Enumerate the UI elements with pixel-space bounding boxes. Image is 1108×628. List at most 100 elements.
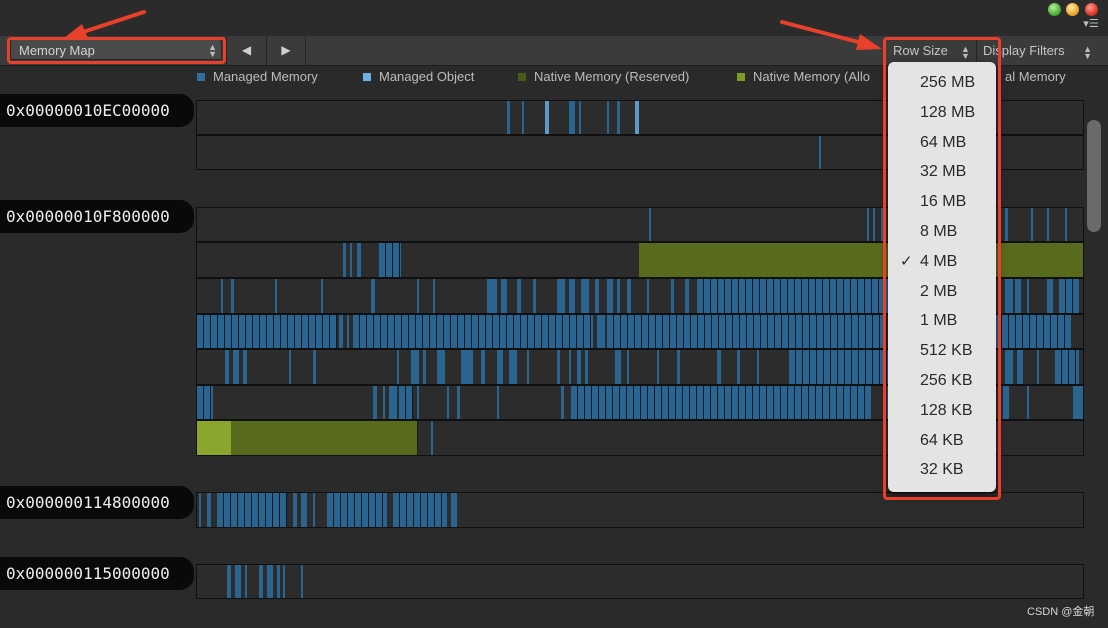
memory-block[interactable] [417,386,419,419]
memory-block[interactable] [231,279,234,313]
memory-block[interactable] [671,279,674,313]
memory-block[interactable] [1047,208,1049,241]
memory-block[interactable] [561,386,564,419]
memory-block[interactable] [697,279,897,313]
memory-block[interactable] [221,279,223,313]
memory-block[interactable] [501,279,507,313]
memory-block[interactable] [639,243,862,277]
memory-block[interactable] [343,243,346,277]
memory-block[interactable] [1003,386,1009,419]
memory-block[interactable] [447,386,449,419]
memory-block[interactable] [411,350,419,384]
memory-block[interactable] [507,101,510,134]
memory-block[interactable] [259,565,263,598]
vertical-scrollbar[interactable] [1085,90,1103,620]
memory-block[interactable] [569,101,575,134]
memory-block[interactable] [1031,208,1033,241]
memory-row[interactable] [196,564,1084,599]
memory-block[interactable] [517,279,521,313]
memory-block[interactable] [571,386,871,419]
memory-block[interactable] [393,493,447,527]
memory-block[interactable] [397,350,399,384]
memory-block[interactable] [1065,208,1067,241]
memory-block[interactable] [399,386,413,419]
memory-block[interactable] [867,208,869,241]
memory-block[interactable] [245,565,247,598]
memory-block[interactable] [461,350,473,384]
memory-block[interactable] [327,493,387,527]
memory-block[interactable] [227,565,231,598]
memory-block[interactable] [235,565,241,598]
memory-block[interactable] [615,350,621,384]
memory-block[interactable] [635,101,639,134]
memory-block[interactable] [1005,208,1008,241]
memory-block[interactable] [457,386,460,419]
memory-block[interactable] [451,493,457,527]
memory-block[interactable] [301,565,303,598]
memory-block[interactable] [1047,279,1053,313]
memory-block[interactable] [649,208,651,241]
memory-block[interactable] [607,279,613,313]
memory-block[interactable] [313,493,315,527]
memory-block[interactable] [301,493,307,527]
memory-block[interactable] [617,101,620,134]
memory-block[interactable] [423,350,426,384]
memory-block[interactable] [1017,350,1023,384]
memory-block[interactable] [233,350,239,384]
memory-block[interactable] [197,315,337,348]
memory-block[interactable] [757,350,759,384]
memory-block[interactable] [717,350,721,384]
memory-block[interactable] [433,279,435,313]
memory-block[interactable] [597,315,605,348]
memory-block[interactable] [357,243,361,277]
memory-block[interactable] [283,565,285,598]
memory-block[interactable] [371,279,375,313]
memory-block[interactable] [1005,279,1013,313]
memory-block[interactable] [313,350,316,384]
memory-block[interactable] [437,350,445,384]
memory-block[interactable] [497,386,499,419]
memory-block[interactable] [557,279,565,313]
memory-block[interactable] [383,386,385,419]
memory-block[interactable] [595,279,599,313]
memory-block[interactable] [522,101,524,134]
memory-block[interactable] [487,279,497,313]
memory-block[interactable] [509,350,517,384]
memory-block[interactable] [873,208,875,241]
memory-block[interactable] [1073,386,1083,419]
memory-block[interactable] [389,386,397,419]
memory-block[interactable] [217,493,287,527]
memory-block[interactable] [1059,279,1079,313]
memory-block[interactable] [685,279,689,313]
memory-block[interactable] [577,350,581,384]
memory-block[interactable] [231,421,418,455]
memory-block[interactable] [417,279,419,313]
memory-block[interactable] [607,315,887,348]
memory-block[interactable] [737,350,740,384]
memory-block[interactable] [267,565,273,598]
memory-block[interactable] [207,493,211,527]
memory-block[interactable] [677,350,680,384]
memory-block[interactable] [293,493,297,527]
memory-block[interactable] [579,101,581,134]
memory-block[interactable] [1055,350,1079,384]
memory-block[interactable] [569,350,571,384]
memory-block[interactable] [1027,386,1029,419]
memory-block[interactable] [339,315,343,348]
memory-block[interactable] [373,386,377,419]
memory-block[interactable] [545,101,549,134]
scrollbar-thumb[interactable] [1087,120,1101,232]
memory-block[interactable] [527,350,529,384]
memory-block[interactable] [1015,279,1021,313]
memory-block[interactable] [275,279,277,313]
memory-block[interactable] [627,279,631,313]
memory-block[interactable] [353,315,593,348]
memory-block[interactable] [431,421,433,455]
memory-block[interactable] [379,243,401,277]
memory-block[interactable] [350,243,352,277]
memory-block[interactable] [197,386,213,419]
memory-block[interactable] [225,350,229,384]
memory-block[interactable] [481,350,485,384]
memory-block[interactable] [657,350,659,384]
memory-block[interactable] [321,279,323,313]
